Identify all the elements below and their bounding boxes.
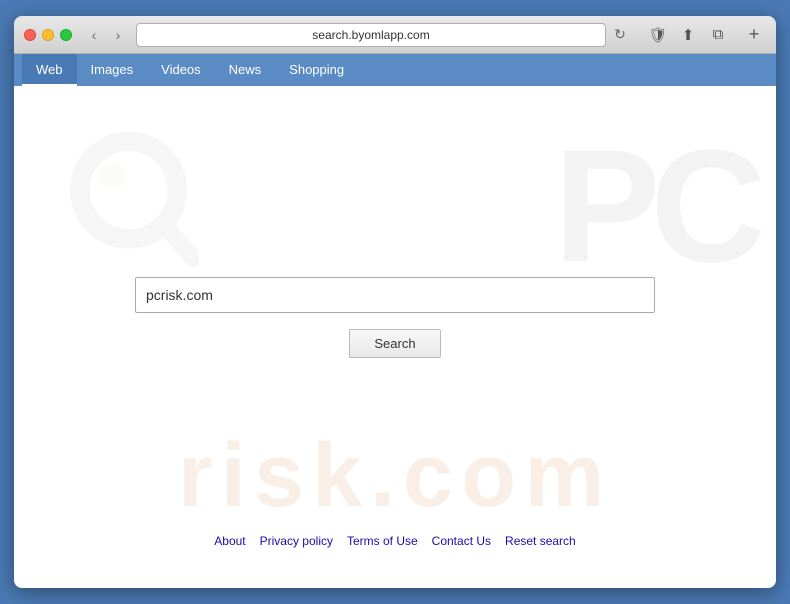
- tab-web[interactable]: Web: [22, 54, 77, 86]
- close-button[interactable]: [24, 29, 36, 41]
- tab-shopping[interactable]: Shopping: [275, 54, 358, 86]
- traffic-lights: [24, 29, 72, 41]
- footer-privacy-link[interactable]: Privacy policy: [260, 534, 333, 548]
- title-bar: ‹ › ↻ 🛡 ⬆ ⧉ +: [14, 16, 776, 54]
- nav-buttons: ‹ ›: [84, 25, 128, 45]
- window-button[interactable]: ⧉: [706, 23, 730, 47]
- pc-watermark-text: PC: [554, 126, 756, 286]
- search-button[interactable]: Search: [349, 329, 440, 358]
- maximize-button[interactable]: [60, 29, 72, 41]
- search-input-wrapper: [135, 277, 655, 313]
- magnifier-watermark-icon: [69, 126, 199, 276]
- back-button[interactable]: ‹: [84, 25, 104, 45]
- browser-nav-tabs: Web Images Videos News Shopping: [14, 54, 776, 86]
- share-button[interactable]: ⬆: [676, 23, 700, 47]
- search-area: Search: [135, 277, 655, 358]
- tab-news[interactable]: News: [215, 54, 276, 86]
- page-content: PC risk.com Search About Privacy policy: [14, 86, 776, 588]
- risk-watermark-text: risk.com: [178, 425, 612, 528]
- footer-terms-link[interactable]: Terms of Use: [347, 534, 418, 548]
- new-tab-button[interactable]: +: [742, 23, 766, 47]
- tab-videos[interactable]: Videos: [147, 54, 215, 86]
- footer-contact-link[interactable]: Contact Us: [432, 534, 491, 548]
- reload-button[interactable]: ↻: [610, 25, 630, 45]
- address-bar[interactable]: [136, 23, 606, 47]
- search-input[interactable]: [135, 277, 655, 313]
- shield-icon-button[interactable]: 🛡: [646, 23, 670, 47]
- forward-button[interactable]: ›: [108, 25, 128, 45]
- address-bar-container: ↻: [136, 23, 630, 47]
- footer-reset-link[interactable]: Reset search: [505, 534, 576, 548]
- minimize-button[interactable]: [42, 29, 54, 41]
- footer-about-link[interactable]: About: [214, 534, 245, 548]
- footer-links: About Privacy policy Terms of Use Contac…: [214, 534, 575, 548]
- browser-window: ‹ › ↻ 🛡 ⬆ ⧉ + Web Images Videos News Sho…: [14, 16, 776, 588]
- tab-images[interactable]: Images: [77, 54, 148, 86]
- toolbar-icons: 🛡 ⬆ ⧉: [646, 23, 730, 47]
